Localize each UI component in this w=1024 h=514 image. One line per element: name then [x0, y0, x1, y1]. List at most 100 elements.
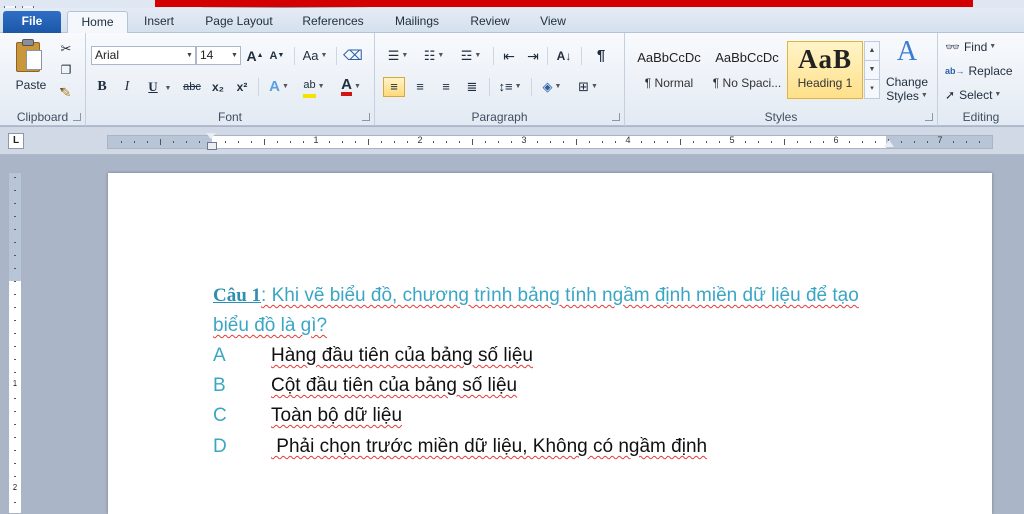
change-case-button[interactable]: Aa ▼	[300, 46, 330, 66]
underline-dropdown-icon[interactable]: ▼	[162, 79, 172, 99]
question-paragraph[interactable]: Câu 1: Khi vẽ biểu đồ, chương trình bảng…	[213, 281, 893, 341]
clear-formatting-icon[interactable]: ⌫	[342, 45, 364, 65]
copy-icon[interactable]: ❐	[56, 60, 76, 80]
paragraph-dialog-launcher-icon[interactable]	[612, 113, 620, 121]
shading-icon[interactable]: ◈ ▼	[537, 77, 567, 97]
cursor-arrow-icon: ➚	[945, 88, 956, 102]
gallery-up-icon[interactable]: ▲	[865, 42, 879, 61]
tab-page-layout[interactable]: Page Layout	[196, 11, 282, 33]
paste-button[interactable]: Paste	[6, 75, 56, 95]
subscript-button[interactable]: x₂	[208, 77, 228, 97]
ruler-number: 3	[521, 135, 527, 145]
multilevel-list-icon[interactable]: ☲ ▼	[455, 46, 487, 66]
format-painter-icon[interactable]: ✎	[56, 83, 76, 103]
styles-gallery-scroll[interactable]: ▲ ▼ ▾	[864, 41, 880, 99]
style-heading-1[interactable]: AaB Heading 1	[787, 41, 863, 99]
justify-icon[interactable]: ≣	[461, 77, 483, 97]
vruler-tick	[14, 502, 16, 503]
superscript-button[interactable]: x²	[232, 77, 252, 97]
answer-b[interactable]: B Cột đầu tiên của bảng số liệu	[213, 371, 893, 401]
first-line-indent-marker[interactable]	[206, 133, 216, 139]
highlight-button[interactable]: ab ▼	[298, 77, 330, 98]
ruler-tick	[329, 141, 330, 143]
style-normal[interactable]: AaBbCcDc ¶ Normal	[631, 41, 707, 99]
ruler-tick	[563, 141, 564, 143]
answer-a[interactable]: A Hàng đầu tiên của bảng số liệu	[213, 341, 893, 371]
vruler-tick	[14, 333, 16, 334]
vruler-tick	[14, 216, 16, 217]
styles-dialog-launcher-icon[interactable]	[925, 113, 933, 121]
vruler-tick	[14, 255, 16, 256]
tab-view[interactable]: View	[530, 11, 576, 33]
tab-references[interactable]: References	[292, 11, 374, 33]
font-color-button[interactable]: A ▼	[336, 77, 366, 97]
tab-home[interactable]: Home	[67, 11, 128, 34]
gallery-more-icon[interactable]: ▾	[865, 80, 879, 99]
show-formatting-marks-icon[interactable]: ¶	[591, 46, 611, 66]
sort-icon[interactable]: A↓	[553, 46, 575, 66]
text-effects-button[interactable]: A ▼	[264, 77, 294, 97]
tab-selector-button[interactable]: L	[8, 133, 24, 149]
vruler-number: 2	[12, 483, 18, 492]
left-indent-marker[interactable]	[207, 142, 217, 150]
decrease-indent-icon[interactable]: ⇤	[499, 46, 519, 66]
horizontal-ruler[interactable]: 1 2 3 4 5 6 7	[107, 133, 993, 150]
ruler-tick	[693, 141, 694, 143]
tab-insert[interactable]: Insert	[133, 11, 185, 33]
strikethrough-button[interactable]: abc	[180, 77, 204, 97]
ruler-tick	[472, 139, 473, 145]
align-center-icon[interactable]: ≡	[409, 77, 431, 97]
font-size-dropdown-icon[interactable]: ▼	[229, 47, 240, 64]
styles-group-label: Styles	[764, 110, 798, 124]
answer-d[interactable]: D Phải chọn trước miền dữ liệu, Không có…	[213, 432, 893, 462]
replace-button[interactable]: ab→ Replace	[944, 61, 1020, 81]
numbering-icon[interactable]: ☷ ▼	[419, 46, 449, 66]
replace-icon: ab→	[945, 66, 965, 76]
tab-review[interactable]: Review	[462, 11, 518, 33]
align-left-icon[interactable]: ≡	[383, 77, 405, 97]
right-indent-marker[interactable]	[884, 140, 894, 147]
line-spacing-icon[interactable]: ↕≡ ▼	[495, 77, 525, 97]
vruler-tick	[14, 177, 16, 178]
align-right-icon[interactable]: ≡	[435, 77, 457, 97]
vertical-ruler[interactable]: 1 2	[8, 172, 22, 514]
change-styles-button[interactable]: Styles ▼	[881, 89, 933, 103]
editing-group-label: Editing	[962, 110, 1000, 124]
document-page[interactable]: Câu 1: Khi vẽ biểu đồ, chương trình bảng…	[108, 173, 992, 514]
clipboard-dialog-launcher-icon[interactable]	[73, 113, 81, 121]
bold-button[interactable]: B	[93, 77, 111, 97]
font-name-dropdown-icon[interactable]: ▼	[184, 47, 195, 64]
tab-file[interactable]: File	[3, 11, 61, 33]
tab-mailings[interactable]: Mailings	[384, 11, 450, 33]
ribbon: Paste ▼ ✂ ❐ ✎ Clipboard Arial ▼ 14 ▼ A ▲ …	[0, 33, 1024, 126]
italic-button[interactable]: I	[118, 77, 136, 97]
shrink-font-button[interactable]: A ▼	[268, 46, 286, 66]
answer-c[interactable]: C Toàn bộ dữ liệu	[213, 401, 893, 431]
gallery-down-icon[interactable]: ▼	[865, 61, 879, 80]
find-button[interactable]: 👓 Find ▼	[944, 37, 1020, 57]
bullets-icon[interactable]: ☰ ▼	[383, 46, 413, 66]
vruler-tick	[14, 242, 16, 243]
select-button[interactable]: ➚ Select ▼	[944, 85, 1020, 105]
borders-icon[interactable]: ⊞ ▼	[573, 77, 603, 97]
vruler-tick	[14, 476, 16, 477]
grow-font-button[interactable]: A ▲	[246, 46, 264, 66]
font-dialog-launcher-icon[interactable]	[362, 113, 370, 121]
editing-group: 👓 Find ▼ ab→ Replace ➚ Select ▼ Editing	[938, 33, 1024, 126]
increase-indent-icon[interactable]: ⇥	[523, 46, 543, 66]
font-name-box[interactable]: Arial ▼	[91, 46, 196, 65]
ruler-tick	[706, 141, 707, 143]
ruler-tick	[966, 141, 967, 143]
binoculars-icon: 👓	[945, 40, 960, 54]
font-size-value: 14	[200, 48, 214, 62]
cut-icon[interactable]: ✂	[56, 39, 76, 59]
underline-button[interactable]: U	[144, 77, 162, 97]
style-no-spacing[interactable]: AaBbCcDc ¶ No Spaci...	[709, 41, 785, 99]
ruler-tick	[511, 141, 512, 143]
font-size-box[interactable]: 14 ▼	[196, 46, 241, 65]
question-text: : Khi vẽ biểu đồ, chương trình bảng tính…	[213, 285, 859, 336]
change-styles-icon[interactable]: A	[887, 37, 927, 67]
ruler-number: 6	[833, 135, 839, 145]
paste-icon[interactable]	[14, 38, 44, 74]
answer-text: Phải chọn trước miền dữ liệu, Không có n…	[271, 436, 708, 457]
